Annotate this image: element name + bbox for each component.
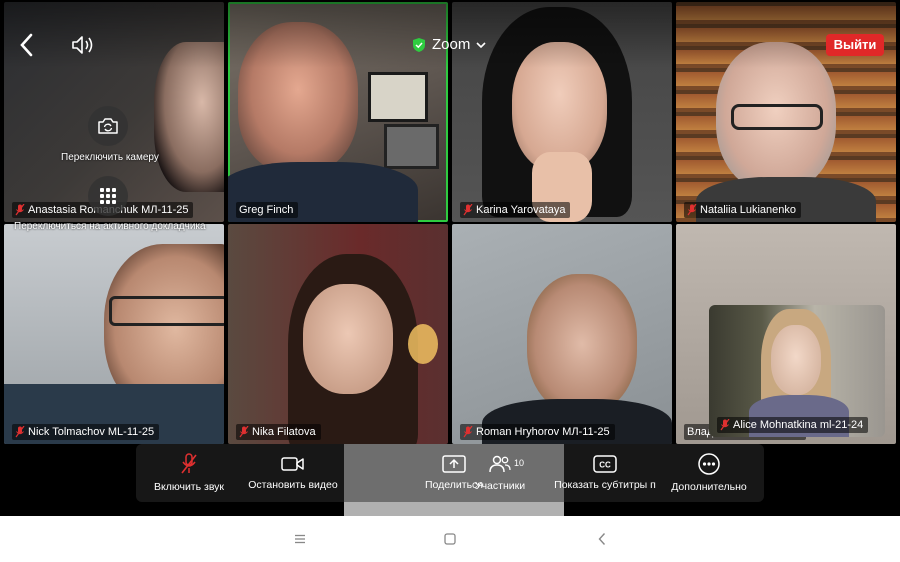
mic-off-icon xyxy=(15,426,25,438)
participant-name: Greg Finch xyxy=(239,204,294,216)
square-icon xyxy=(444,533,456,545)
more-button[interactable]: Дополнительно xyxy=(658,444,760,502)
participant-name-tag: Alice Mohnatkina ml-21-24 xyxy=(717,417,869,433)
participant-name: Alice Mohnatkina ml-21-24 xyxy=(733,419,864,431)
mic-off-icon xyxy=(463,426,473,438)
captions-label: Показать субтитры п xyxy=(554,479,656,491)
participant-name: Nick Tolmachov ML-11-25 xyxy=(28,426,155,438)
participant-name-tag: Nataliia Lukianenko xyxy=(684,202,802,218)
participants-count: 10 xyxy=(514,458,525,468)
switch-camera-label: Переключить камеру xyxy=(61,152,159,163)
speaker-icon[interactable] xyxy=(70,33,96,57)
participant-name: Nika Filatova xyxy=(252,426,316,438)
mic-off-icon xyxy=(239,426,249,438)
participant-name: Karina Yarovataya xyxy=(476,204,566,216)
participant-name: Nataliia Lukianenko xyxy=(700,204,797,216)
stop-video-label: Остановить видео xyxy=(248,479,338,491)
system-navigation-bar xyxy=(0,516,900,562)
video-camera-icon xyxy=(281,457,304,471)
self-view[interactable]: Alice Mohnatkina ml-21-24 xyxy=(709,305,885,437)
menu-lines-icon xyxy=(295,534,305,544)
meeting-window: Anastasia Romanchuk МЛ-11-25 Greg Finch … xyxy=(0,0,900,516)
switch-camera-button[interactable] xyxy=(88,106,128,146)
more-options-icon xyxy=(698,453,720,475)
video-tile[interactable]: Nick Tolmachov ML-11-25 xyxy=(4,224,224,444)
show-captions-button[interactable]: CC Показать субтитры п xyxy=(552,444,658,502)
video-tile[interactable]: Roman Hryhorov МЛ-11-25 xyxy=(452,224,672,444)
shield-check-icon xyxy=(413,37,425,52)
home-button[interactable] xyxy=(440,530,460,548)
mic-off-icon xyxy=(463,204,473,216)
participant-name-tag: Nick Tolmachov ML-11-25 xyxy=(12,424,160,440)
leave-button[interactable]: Выйти xyxy=(826,34,884,56)
mic-off-icon xyxy=(15,204,25,216)
top-bar: Zoom Выйти xyxy=(0,0,900,68)
recent-apps-button[interactable] xyxy=(290,530,310,548)
more-label: Дополнительно xyxy=(671,481,747,493)
meeting-toolbar: Включить звук Остановить видео Поделитьс… xyxy=(136,444,764,502)
closed-captions-icon: CC xyxy=(593,455,617,473)
back-chevron-icon xyxy=(598,533,606,545)
back-arrow-icon[interactable] xyxy=(16,32,38,58)
participants-button[interactable]: Участники 10 xyxy=(448,444,552,502)
camera-switch-icon xyxy=(98,118,118,134)
unmute-label: Включить звук xyxy=(153,481,225,493)
stop-video-button[interactable]: Остановить видео xyxy=(242,444,344,502)
active-speaker-label: Переключиться на активного докладчика xyxy=(14,221,206,232)
participant-name-tag: Greg Finch xyxy=(236,202,299,218)
video-tile[interactable]: Nika Filatova xyxy=(228,224,448,444)
grid-icon xyxy=(100,188,116,204)
nav-back-button[interactable] xyxy=(592,530,612,548)
active-speaker-button[interactable] xyxy=(88,176,128,216)
share-tab-extension xyxy=(344,502,564,516)
mic-off-icon xyxy=(687,204,697,216)
participants-icon xyxy=(489,455,511,473)
chevron-down-icon xyxy=(476,41,486,48)
participants-label: Участники xyxy=(474,480,526,492)
participant-name-tag: Karina Yarovataya xyxy=(460,202,571,218)
participant-name-tag: Nika Filatova xyxy=(236,424,321,440)
unmute-button[interactable]: Включить звук xyxy=(136,444,242,502)
mic-off-icon xyxy=(720,419,730,431)
meeting-title[interactable]: Zoom xyxy=(412,36,486,53)
participant-name-tag: Roman Hryhorov МЛ-11-25 xyxy=(460,424,615,440)
meeting-title-text: Zoom xyxy=(432,36,471,53)
svg-text:CC: CC xyxy=(599,461,611,470)
participant-name: Roman Hryhorov МЛ-11-25 xyxy=(476,426,610,438)
mic-muted-icon xyxy=(181,453,197,474)
